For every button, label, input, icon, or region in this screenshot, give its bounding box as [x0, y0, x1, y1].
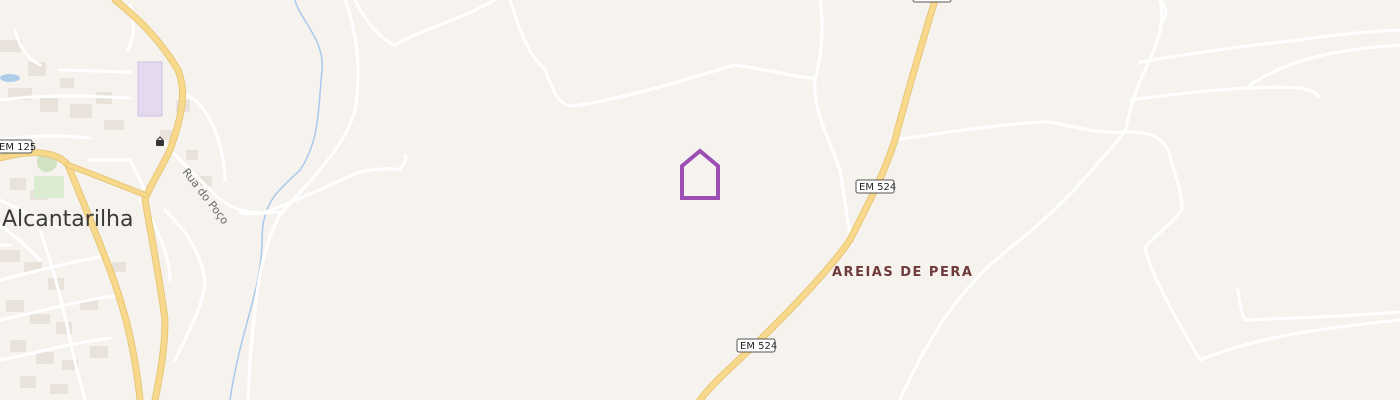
river: [229, 0, 323, 400]
park-area: [34, 176, 64, 198]
map-svg: EM 125 EM 524 EM 524 Alcantarilha AREIAS…: [0, 0, 1400, 400]
town-label: Alcantarilha: [2, 207, 133, 232]
road-shield-em524-bottom: EM 524: [736, 338, 777, 353]
shield-label: EM 524: [859, 182, 896, 193]
map-canvas[interactable]: EM 125 EM 524 EM 524 Alcantarilha AREIAS…: [0, 0, 1400, 400]
home-outline-icon[interactable]: [680, 148, 720, 200]
landmark-area: [137, 61, 163, 117]
road-shield-em524-top: EM 524: [855, 179, 896, 194]
road-shield-en125: EM 125: [0, 139, 36, 154]
pond: [0, 74, 20, 82]
locality-label: AREIAS DE PERA: [832, 265, 973, 280]
shield-label: EM 125: [0, 142, 36, 153]
road-shield-top-partial: [912, 0, 952, 3]
shield-label: EM 524: [740, 341, 777, 352]
